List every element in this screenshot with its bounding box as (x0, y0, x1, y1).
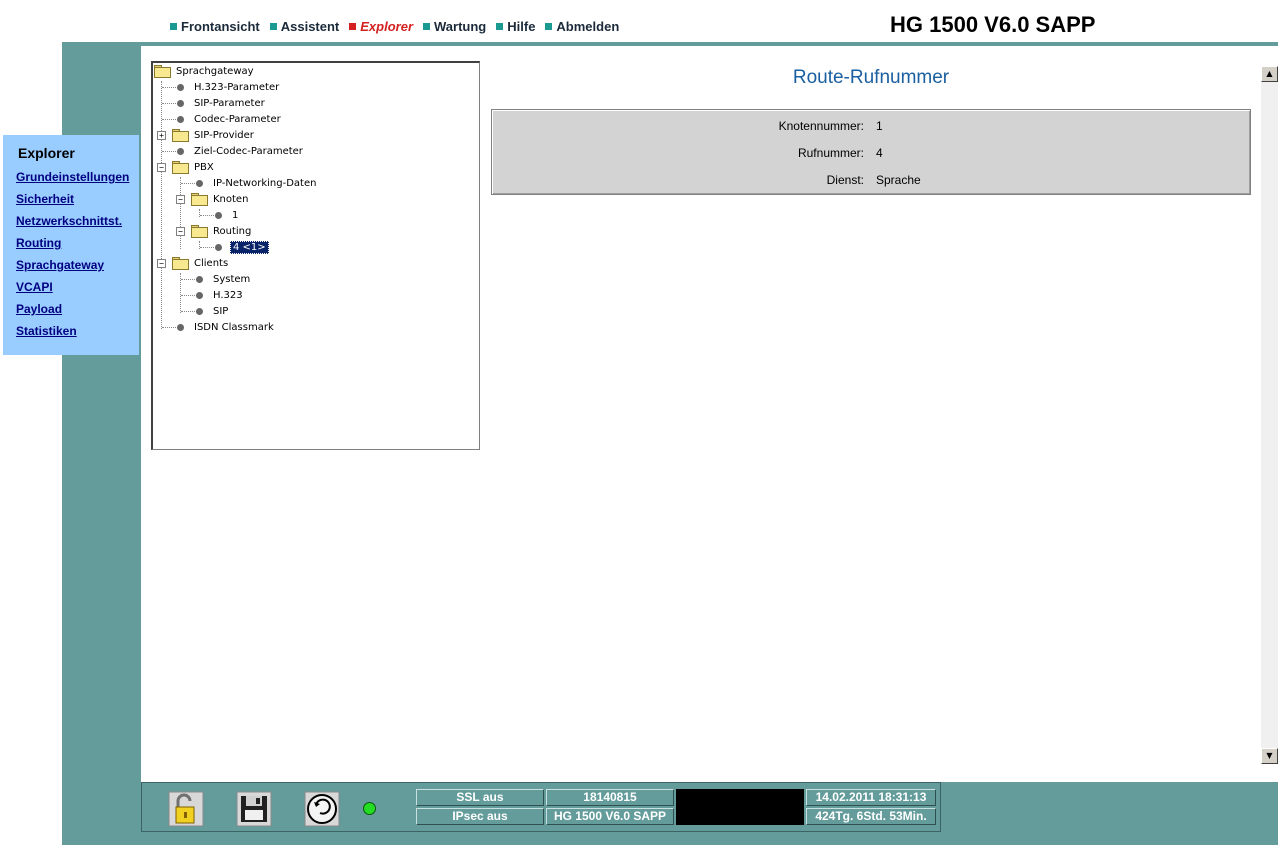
reset-icon[interactable] (304, 791, 340, 827)
bullet-icon (177, 147, 184, 155)
bullet-icon (196, 179, 203, 187)
nav-bullet-icon (496, 22, 504, 30)
save-icon[interactable] (236, 791, 272, 827)
nav-assistent[interactable]: Assistent (269, 19, 339, 34)
tree-node-sip-parameter[interactable]: SIP-Parameter (172, 95, 267, 111)
tree-node-clients[interactable]: Clients (172, 255, 230, 271)
tree-node-system[interactable]: System (191, 271, 252, 287)
detail-value: Sprache (876, 173, 921, 187)
nav-frontansicht[interactable]: Frontansicht (170, 19, 260, 34)
detail-label: Rufnummer: (797, 146, 864, 160)
tree-node-ip-networking-daten[interactable]: IP-Networking-Daten (191, 175, 318, 191)
tree-node-ziel-codec-parameter[interactable]: Ziel-Codec-Parameter (172, 143, 305, 159)
status-display (676, 789, 804, 825)
nav-wartung[interactable]: Wartung (423, 19, 486, 34)
nav-explorer[interactable]: Explorer (349, 19, 413, 34)
folder-icon (172, 129, 189, 142)
bullet-icon (196, 307, 203, 315)
bullet-icon (215, 243, 222, 251)
ssl-status: SSL aus (416, 789, 544, 806)
tree-node-sip-provider[interactable]: SIP-Provider (172, 127, 256, 143)
collapse-minus-icon[interactable]: − (157, 259, 166, 268)
tree-node-h323-parameter[interactable]: H.323-Parameter (172, 79, 281, 95)
product-title: HG 1500 V6.0 SAPP (890, 12, 1096, 37)
explorer-title: Explorer (18, 145, 75, 161)
nav-abmelden[interactable]: Abmelden (545, 19, 619, 34)
tree-node-routing[interactable]: Routing (191, 223, 253, 239)
top-navigation: Frontansicht Assistent Explorer Wartung … (170, 17, 629, 35)
sidebar-link-sicherheit[interactable]: Sicherheit (16, 192, 139, 214)
bullet-icon (215, 211, 222, 219)
sidebar-link-vcapi[interactable]: VCAPI (16, 280, 139, 302)
tree-node-route-4-selected[interactable]: 4 <1> (210, 239, 269, 255)
bullet-icon (196, 275, 203, 283)
sidebar-link-statistiken[interactable]: Statistiken (16, 324, 139, 346)
detail-value: 1 (876, 119, 883, 133)
tree-line (180, 177, 181, 249)
bullet-icon (177, 99, 184, 107)
tree-node-h323[interactable]: H.323 (191, 287, 245, 303)
tree-view[interactable]: + − − − − Sprachgateway H.323-Parameter … (151, 61, 480, 450)
sidebar-link-sprachgateway[interactable]: Sprachgateway (16, 258, 139, 280)
folder-icon (191, 225, 208, 238)
nav-bullet-icon (170, 22, 177, 30)
sidebar-link-netzwerkschnittstellen[interactable]: Netzwerkschnittst. (16, 214, 139, 236)
tree-node-isdn-classmark[interactable]: ISDN Classmark (172, 319, 276, 335)
sidebar-link-payload[interactable]: Payload (16, 302, 139, 324)
detail-value: 4 (876, 146, 883, 160)
nav-bullet-icon (269, 22, 277, 30)
status-led-icon (363, 802, 376, 815)
sidebar-link-grundeinstellungen[interactable]: Grundeinstellungen (16, 170, 139, 192)
sidebar-link-routing[interactable]: Routing (16, 236, 139, 258)
tree-node-pbx[interactable]: PBX (172, 159, 216, 175)
collapse-minus-icon[interactable]: − (176, 227, 185, 236)
nav-bullet-icon (545, 22, 553, 30)
bullet-icon (177, 115, 184, 123)
route-details-panel: Knotennummer: 1 Rufnummer: 4 Dienst: Spr… (491, 109, 1251, 195)
tree-node-knoten[interactable]: Knoten (191, 191, 250, 207)
detail-row-rufnummer: Rufnummer: 4 (492, 146, 1250, 162)
unlock-icon[interactable] (168, 791, 204, 827)
nav-hilfe[interactable]: Hilfe (496, 19, 535, 34)
nav-bullet-icon (349, 22, 357, 30)
bullet-icon (177, 323, 184, 331)
nav-bullet-icon (423, 22, 431, 30)
product-version: HG 1500 V6.0 SAPP (546, 808, 674, 825)
bullet-icon (177, 83, 184, 91)
detail-row-knotennummer: Knotennummer: 1 (492, 119, 1250, 135)
collapse-minus-icon[interactable]: − (157, 163, 166, 172)
folder-icon (172, 161, 189, 174)
collapse-minus-icon[interactable]: − (176, 195, 185, 204)
uptime: 424Tg. 6Std. 53Min. (806, 808, 936, 825)
detail-label: Dienst: (826, 173, 864, 187)
folder-icon (154, 65, 171, 78)
top-bar: Frontansicht Assistent Explorer Wartung … (0, 0, 1278, 42)
date-time: 14.02.2011 18:31:13 (806, 789, 936, 806)
folder-icon (172, 257, 189, 270)
bullet-icon (196, 291, 203, 299)
tree-node-sprachgateway[interactable]: Sprachgateway (154, 63, 256, 79)
vertical-scrollbar[interactable]: ▲ ▼ (1261, 66, 1278, 764)
ipsec-status: IPsec aus (416, 808, 544, 825)
folder-icon (191, 193, 208, 206)
expand-plus-icon[interactable]: + (157, 131, 166, 140)
page-title: Route-Rufnummer (792, 67, 950, 88)
scroll-down-icon[interactable]: ▼ (1261, 748, 1278, 764)
tree-node-knoten-1[interactable]: 1 (210, 207, 240, 223)
tree-node-codec-parameter[interactable]: Codec-Parameter (172, 111, 283, 127)
tree-node-sip[interactable]: SIP (191, 303, 230, 319)
status-bar: SSL aus IPsec aus 18140815 HG 1500 V6.0 … (141, 782, 941, 832)
scroll-up-icon[interactable]: ▲ (1261, 66, 1278, 82)
serial-number: 18140815 (546, 789, 674, 806)
detail-row-dienst: Dienst: Sprache (492, 173, 1250, 189)
detail-label: Knotennummer: (778, 119, 864, 133)
explorer-sidebar: Explorer Grundeinstellungen Sicherheit N… (3, 135, 139, 355)
